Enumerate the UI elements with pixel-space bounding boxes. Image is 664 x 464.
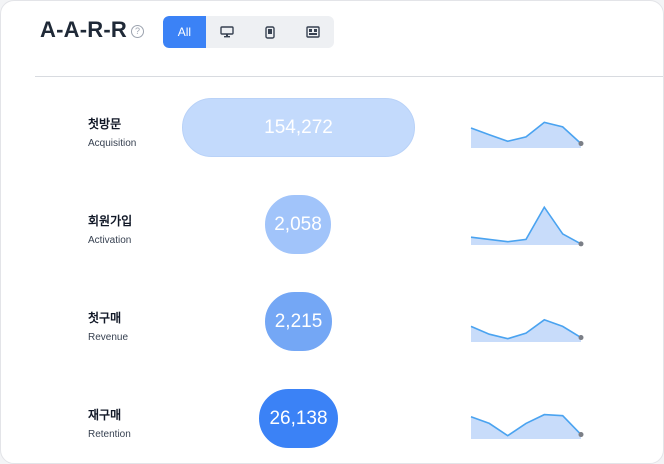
metric-value: 2,058 [274,213,322,235]
desktop-icon [220,26,234,38]
sparkline-end-dot [578,141,584,147]
app-icon [305,26,320,38]
sparkline-area [471,122,581,148]
filter-desktop-button[interactable] [206,16,249,48]
metric-name-en: Revenue [88,332,129,343]
metric-row-acquisition[interactable]: 첫방문 Acquisition 154,272 [1,97,663,194]
sparkline-end-dot [578,432,584,438]
metric-value-bubble: 26,138 [259,389,338,448]
header-divider [35,76,663,77]
filter-mobile-button[interactable] [249,16,292,48]
metric-name-en: Acquisition [88,138,137,149]
metric-value-bubble: 2,215 [265,292,332,351]
metric-value-bubble: 154,272 [182,98,415,157]
metric-name-en: Retention [88,429,131,440]
platform-filter: All [163,16,334,48]
sparkline-area [471,319,581,342]
filter-all-label: All [177,25,192,39]
metric-name-ko: 첫구매 [88,311,122,325]
metric-value: 154,272 [264,116,333,138]
sparkline [470,413,584,439]
metric-row-activation[interactable]: 회원가입 Activation 2,058 [1,194,663,291]
metric-name-ko: 회원가입 [88,214,133,228]
mobile-icon [265,25,275,39]
page-title: A-A-R-R [40,17,127,42]
aarr-card: A-A-R-R ? All 첫방문 Acquisition 154,272 회원… [0,0,664,464]
sparkline [470,205,584,247]
metric-name-ko: 첫방문 [88,117,122,131]
metric-value: 2,215 [274,310,323,332]
card-header: A-A-R-R ? All [1,1,663,77]
metric-name-ko: 재구매 [88,408,122,422]
sparkline [470,121,584,148]
metric-value: 26,138 [269,407,328,429]
filter-all-button[interactable]: All [163,16,206,48]
sparkline-end-dot [578,335,584,341]
sparkline [470,318,584,342]
metric-row-retention[interactable]: 재구매 Retention 26,138 [1,388,663,463]
metric-name-en: Activation [88,235,132,246]
sparkline-end-dot [578,241,584,247]
metric-value-bubble: 2,058 [265,195,331,254]
help-icon[interactable]: ? [131,25,144,38]
metric-row-revenue[interactable]: 첫구매 Revenue 2,215 [1,291,663,388]
filter-app-button[interactable] [291,16,334,48]
